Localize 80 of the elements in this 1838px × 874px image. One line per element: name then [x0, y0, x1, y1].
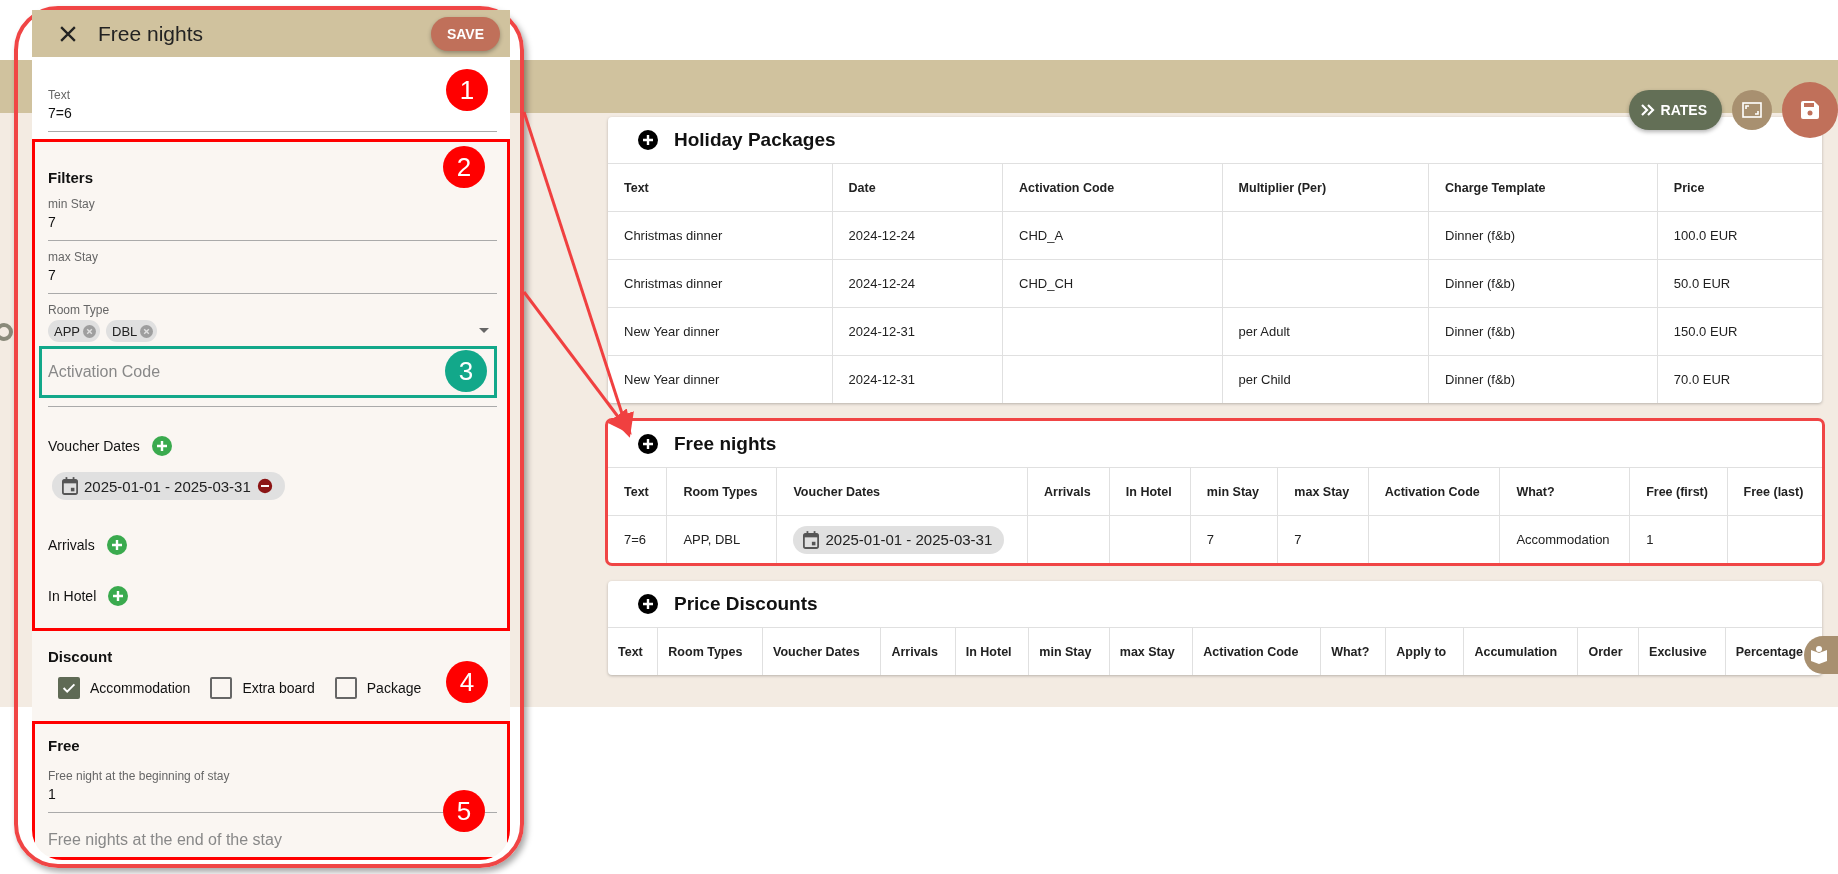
date-chip: 2025-01-01 - 2025-03-31	[52, 472, 285, 500]
table-cell: 1	[1629, 515, 1728, 563]
table-cell: New Year dinner	[608, 355, 833, 403]
table-cell: APP, DBL	[666, 515, 777, 563]
column-header: Arrivals	[1027, 467, 1110, 516]
callout-number: 1	[446, 69, 488, 111]
panel-title: Free nights	[98, 21, 205, 46]
column-header: Text	[608, 627, 658, 675]
checkbox-label: Extra board	[242, 680, 315, 696]
table-cell: Dinner (f&b)	[1428, 211, 1658, 260]
section-heading: Free	[48, 736, 80, 756]
column-header: Room Types	[666, 467, 777, 516]
table-cell: per Adult	[1222, 307, 1429, 356]
section-heading: Discount	[48, 647, 113, 667]
checkbox-label: Package	[366, 680, 422, 696]
column-header: Date	[832, 163, 1003, 212]
column-header: Exclusive	[1638, 627, 1726, 675]
column-header: Text	[608, 467, 667, 516]
table-cell: 2024-12-24	[832, 211, 1003, 260]
column-header: Voucher Dates	[762, 627, 881, 675]
table-cell: Christmas dinner	[608, 211, 833, 260]
column-header: In Hotel	[1109, 467, 1191, 516]
number-field[interactable]: max Stay 7	[48, 241, 497, 294]
table-cell: CHD_CH	[1002, 259, 1223, 308]
table-cell: Christmas dinner	[608, 259, 833, 308]
column-header: Voucher Dates	[776, 467, 1028, 516]
date-chip: 2025-01-01 - 2025-03-31	[793, 525, 1005, 554]
column-header: Activation Code	[1002, 163, 1223, 212]
column-header: Accumulation	[1463, 627, 1578, 675]
callout-number: 5	[443, 790, 485, 832]
column-header: min Stay	[1190, 467, 1278, 516]
list-label: Voucher Dates	[48, 438, 140, 454]
card-title: Price Discounts	[674, 593, 818, 615]
card-title: Holiday Packages	[674, 129, 836, 151]
column-header: max Stay	[1277, 467, 1369, 516]
column-header: Room Types	[657, 627, 763, 675]
column-header: Free (last)	[1727, 467, 1822, 516]
column-header: Arrivals	[880, 627, 956, 675]
table-cell: 2024-12-31	[832, 307, 1003, 356]
rates-button[interactable]: RATES	[1628, 90, 1722, 130]
table-cell: Dinner (f&b)	[1428, 307, 1658, 356]
column-header: What?	[1499, 467, 1630, 516]
card-title: Free nights	[674, 433, 777, 455]
column-header: Price	[1657, 163, 1822, 212]
table-cell: Dinner (f&b)	[1428, 259, 1658, 308]
table-cell: 7	[1277, 515, 1369, 563]
column-header: Activation Code	[1192, 627, 1321, 675]
list-label: In Hotel	[48, 588, 97, 604]
table-cell: Dinner (f&b)	[1428, 355, 1658, 403]
column-header: Charge Template	[1428, 163, 1658, 212]
table-cell: CHD_A	[1002, 211, 1223, 260]
table-cell: 50.0 EUR	[1657, 259, 1822, 308]
table-cell: 2024-12-24	[832, 259, 1003, 308]
table-cell: Accommodation	[1499, 515, 1630, 563]
table-cell: 100.0 EUR	[1657, 211, 1822, 260]
column-header: max Stay	[1109, 627, 1193, 675]
column-header: min Stay	[1028, 627, 1110, 675]
table-cell: 2024-12-31	[832, 355, 1003, 403]
column-header: What?	[1320, 627, 1386, 675]
table-cell: 150.0 EUR	[1657, 307, 1822, 356]
callout-number: 3	[445, 350, 487, 392]
checkbox-label: Accommodation	[90, 680, 191, 696]
save-button[interactable]: SAVE	[430, 16, 500, 51]
column-header: Multiplier (Per)	[1222, 163, 1429, 212]
column-header: Apply to	[1385, 627, 1464, 675]
column-header: In Hotel	[955, 627, 1029, 675]
callout-number: 4	[446, 661, 488, 703]
column-header: Activation Code	[1368, 467, 1500, 516]
table-cell: 7	[1190, 515, 1278, 563]
table-cell: 70.0 EUR	[1657, 355, 1822, 403]
column-header: Free (first)	[1629, 467, 1728, 516]
table-cell: 7=6	[608, 515, 667, 563]
column-header: Text	[608, 163, 833, 212]
table-cell: New Year dinner	[608, 307, 833, 356]
column-header: Order	[1578, 627, 1639, 675]
callout-number: 2	[443, 146, 485, 188]
list-label: Arrivals	[48, 537, 95, 553]
table-cell: per Child	[1222, 355, 1429, 403]
section-heading: Filters	[48, 168, 93, 188]
number-field[interactable]: min Stay 7	[48, 188, 497, 241]
